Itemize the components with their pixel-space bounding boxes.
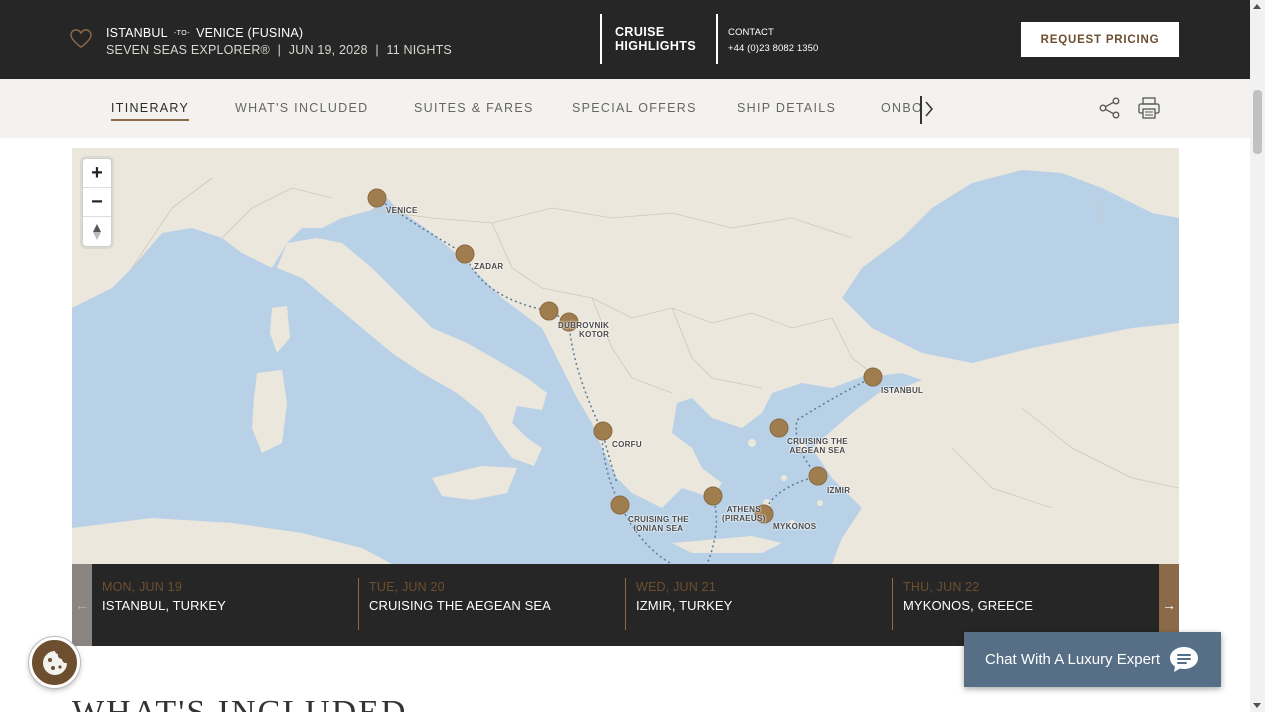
port-marker-izmir[interactable] (808, 466, 828, 486)
port-marker-ionian-sea[interactable] (610, 495, 630, 515)
divider (716, 14, 718, 64)
port-label-aegean-sea: CRUISING THE AEGEAN SEA (787, 437, 848, 455)
tab-special-offers[interactable]: SPECIAL OFFERS (572, 101, 697, 115)
print-icon[interactable] (1137, 96, 1161, 120)
chat-label: Chat With A Luxury Expert (985, 651, 1161, 668)
day-date: WED, JUN 21 (636, 580, 716, 594)
scroll-down-arrow[interactable] (1253, 703, 1261, 708)
divider (600, 14, 602, 64)
port-label-izmir: IZMIR (827, 486, 851, 495)
athens-label-line2: (PIRAEUS) (722, 514, 766, 523)
port-label-mykonos: MYKONOS (773, 522, 817, 531)
day-port: MYKONOS, GREECE (903, 598, 1034, 613)
compass-icon (93, 223, 101, 240)
port-marker-dubrovnik[interactable] (539, 301, 559, 321)
port-label-istanbul: ISTANBUL (881, 386, 924, 395)
compass-reset-button[interactable] (83, 217, 111, 246)
chevron-right-icon[interactable] (924, 100, 934, 118)
tab-ship-details[interactable]: SHIP DETAILS (737, 101, 836, 115)
map-zoom-controls: + − (82, 158, 112, 247)
port-marker-istanbul[interactable] (863, 367, 883, 387)
days-prev-button[interactable]: ← (72, 564, 92, 646)
contact-block: CONTACT +44 (0)23 8082 1350 (728, 25, 818, 57)
day-card[interactable]: THU, JUN 22 MYKONOS, GREECE (892, 578, 1159, 630)
ionian-label-line1: CRUISING THE (628, 515, 689, 524)
ship-name: SEVEN SEAS EXPLORER® (106, 43, 270, 57)
heart-icon[interactable] (70, 29, 92, 49)
cruise-highlights-link[interactable]: CRUISE HIGHLIGHTS (615, 25, 705, 53)
day-date: TUE, JUN 20 (369, 580, 445, 594)
origin-port: ISTANBUL (106, 26, 168, 40)
day-date: THU, JUN 22 (903, 580, 980, 594)
itinerary-map[interactable]: VENICE ZADAR DUBROVNIK KOTOR CORFU CRUIS… (72, 148, 1179, 564)
tab-onboard[interactable]: ONBOARD (881, 101, 921, 115)
ionian-label-line2: IONIAN SEA (633, 524, 684, 533)
day-card[interactable]: WED, JUN 21 IZMIR, TURKEY (625, 578, 892, 630)
port-label-dubrovnik: DUBROVNIK (558, 321, 610, 330)
port-marker-zadar[interactable] (455, 244, 475, 264)
port-label-athens: ATHENS (PIRAEUS) (722, 505, 766, 523)
tab-itinerary[interactable]: ITINERARY (111, 101, 190, 121)
day-card[interactable]: TUE, JUN 20 CRUISING THE AEGEAN SEA (358, 578, 625, 630)
scrollbar-thumb[interactable] (1253, 90, 1262, 154)
nights-count: 11 NIGHTS (386, 43, 452, 57)
chat-with-expert-button[interactable]: Chat With A Luxury Expert (964, 632, 1221, 687)
port-marker-venice[interactable] (367, 188, 387, 208)
nav-scroll-indicator (920, 96, 922, 124)
port-markers (367, 188, 883, 524)
port-label-corfu: CORFU (612, 440, 642, 449)
zoom-in-button[interactable]: + (83, 159, 111, 188)
request-pricing-button[interactable]: REQUEST PRICING (1021, 22, 1179, 57)
separator: | (277, 43, 282, 57)
highlights-label-line2: HIGHLIGHTS (615, 39, 697, 53)
section-nav: ITINERARY WHAT'S INCLUDED SUITES & FARES… (0, 79, 1250, 138)
day-port: CRUISING THE AEGEAN SEA (369, 598, 551, 613)
port-marker-corfu[interactable] (593, 421, 613, 441)
top-bar: ISTANBUL -TO- VENICE (FUSINA) SEVEN SEAS… (0, 0, 1250, 79)
sail-date: JUN 19, 2028 (288, 43, 368, 57)
port-label-ionian-sea: CRUISING THE IONIAN SEA (628, 515, 689, 533)
port-label-zadar: ZADAR (474, 262, 504, 271)
day-date: MON, JUN 19 (102, 580, 182, 594)
zoom-out-button[interactable]: − (83, 188, 111, 217)
trip-summary: ISTANBUL -TO- VENICE (FUSINA) SEVEN SEAS… (106, 26, 452, 57)
tab-suites-fares[interactable]: SUITES & FARES (414, 101, 534, 115)
separator: | (375, 43, 379, 57)
destination-port: VENICE (FUSINA) (196, 26, 304, 40)
tab-whats-included[interactable]: WHAT'S INCLUDED (235, 101, 368, 115)
port-marker-aegean-sea[interactable] (769, 418, 789, 438)
port-label-kotor: KOTOR (579, 330, 610, 339)
day-port: IZMIR, TURKEY (636, 598, 733, 613)
to-word: -TO- (173, 29, 191, 37)
athens-label-line1: ATHENS (726, 505, 761, 514)
highlights-label-line1: CRUISE (615, 25, 665, 39)
port-marker-athens[interactable] (703, 486, 723, 506)
port-label-venice: VENICE (386, 206, 418, 215)
cookie-icon (42, 650, 67, 675)
contact-label: CONTACT (728, 27, 774, 38)
cookie-settings-button[interactable] (29, 637, 80, 688)
share-icon[interactable] (1099, 97, 1121, 119)
contact-phone[interactable]: +44 (0)23 8082 1350 (728, 41, 818, 57)
day-port: ISTANBUL, TURKEY (102, 598, 226, 613)
scroll-up-arrow[interactable] (1253, 4, 1261, 9)
page-scrollbar[interactable] (1250, 0, 1265, 712)
chat-bubble-icon (1170, 647, 1198, 672)
whats-included-heading: WHAT'S INCLUDED (72, 694, 408, 712)
day-card[interactable]: MON, JUN 19 ISTANBUL, TURKEY (92, 578, 358, 630)
aegean-label-line2: AEGEAN SEA (789, 446, 846, 455)
aegean-label-line1: CRUISING THE (787, 437, 848, 446)
